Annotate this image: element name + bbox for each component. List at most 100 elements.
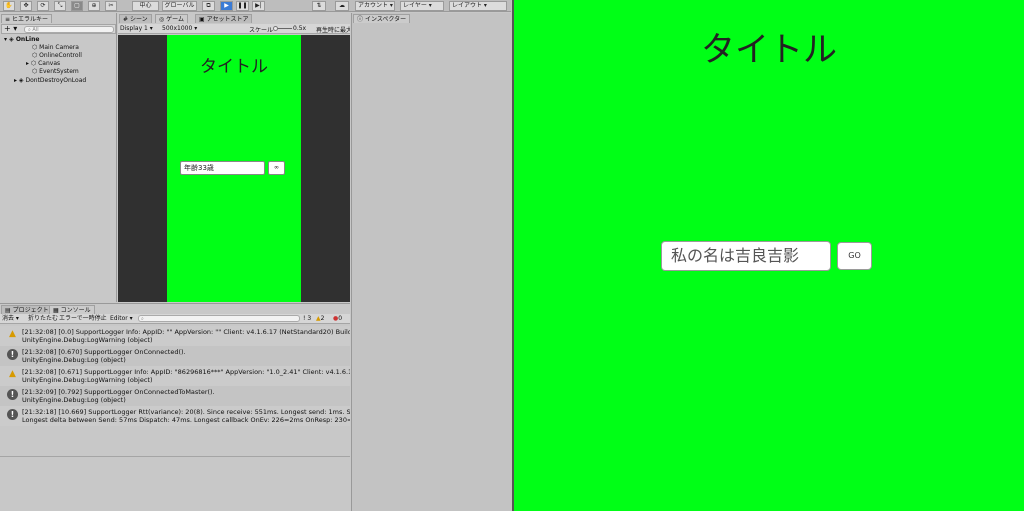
tab-console[interactable]: ▦ コンソール xyxy=(49,305,95,314)
scene-tab-label: シーン xyxy=(129,16,148,23)
gameobject-icon: ⬡ xyxy=(32,52,38,59)
scale-slider-handle[interactable] xyxy=(273,26,278,31)
log-line: UnityEngine.Debug:Log (object) xyxy=(22,356,126,364)
scene-row[interactable]: ▾ ◈ OnLine xyxy=(0,36,121,44)
cloud-icon[interactable]: ☁ xyxy=(335,1,349,11)
error-count-toggle[interactable]: ●0 xyxy=(333,314,342,323)
add-icon[interactable]: + ▾ xyxy=(4,25,17,33)
display-label: Display 1 xyxy=(120,25,148,32)
console-detail-divider[interactable] xyxy=(0,456,350,457)
step-button[interactable]: ▶| xyxy=(252,1,265,11)
folder-icon: ▤ xyxy=(5,307,11,314)
log-text: [21:32:08] [0.0] SupportLogger Info: App… xyxy=(22,328,350,344)
search-placeholder: All xyxy=(32,27,39,33)
layers-dropdown[interactable]: レイヤー ▾ xyxy=(400,1,444,11)
account-label: アカウント xyxy=(358,2,389,9)
log-entry[interactable]: ▲ [21:32:08] [0.671] SupportLogger Info:… xyxy=(0,366,350,386)
account-dropdown[interactable]: アカウント ▾ xyxy=(355,1,395,11)
pause-button[interactable]: ❚❚ xyxy=(236,1,249,11)
global-toggle[interactable]: グローバル xyxy=(162,1,197,11)
warning-icon: ▲ xyxy=(9,329,16,339)
log-entry[interactable]: ! [21:32:18] [10.669] SupportLogger Rtt(… xyxy=(0,406,350,426)
list-icon: ≡ xyxy=(5,16,11,23)
layout-label: レイアウト xyxy=(452,2,483,9)
game-view-panel: # シーン ◎ ゲーム ▣ アセットストア Display 1 ▾ 500x10… xyxy=(118,13,350,302)
tab-inspector[interactable]: ⓘ インスペクター xyxy=(353,14,411,23)
resolution-dropdown[interactable]: 500x1000 ▾ xyxy=(162,25,197,32)
name-input[interactable]: 私の名は吉良吉影 xyxy=(661,241,831,271)
gameobject-icon: ⬡ xyxy=(32,68,38,75)
unity-editor: ✋ ✥ ⟳ ⤡ ▢ ⊕ ✂ 中心 グローバル ⧉ ▶ ❚❚ ▶| ⇅ ☁ アカウ… xyxy=(0,0,511,511)
clear-button[interactable]: 消去 ▾ xyxy=(2,314,19,323)
collapse-toggle[interactable]: 折りたたむ xyxy=(28,314,58,323)
info-small-icon: ! xyxy=(303,315,306,322)
play-button[interactable]: ▶ xyxy=(220,1,233,11)
dontdestroy-row[interactable]: ▸ ◈ DontDestroyOnLoad xyxy=(0,77,131,85)
tree-item-label: Main Camera xyxy=(39,44,79,51)
mini-game-button[interactable]: ∞ xyxy=(268,161,285,175)
info-icon: ! xyxy=(7,409,18,420)
hierarchy-search-input[interactable]: ⌕ All xyxy=(24,26,114,33)
log-line: UnityEngine.Debug:LogWarning (object) xyxy=(22,336,153,344)
scale-tool-icon[interactable]: ⤡ xyxy=(54,1,66,11)
scene-name: OnLine xyxy=(15,36,40,43)
mini-game-title: タイトル xyxy=(200,57,268,77)
collab-icon[interactable]: ⇅ xyxy=(312,1,326,11)
warn-count-toggle[interactable]: ▲2 xyxy=(316,314,324,323)
info-icon: ! xyxy=(7,389,18,400)
move-tool-icon[interactable]: ✥ xyxy=(20,1,32,11)
tab-asset-store[interactable]: ▣ アセットストア xyxy=(195,14,253,23)
pivot-toggle[interactable]: 中心 xyxy=(132,1,159,11)
hierarchy-toolbar: + ▾ ⌕ All xyxy=(1,24,116,34)
log-entry[interactable]: ! [21:32:09] [0.792] SupportLogger OnCon… xyxy=(0,386,350,406)
store-icon: ▣ xyxy=(199,16,205,23)
rotate-tool-icon[interactable]: ⟳ xyxy=(37,1,49,11)
tab-game[interactable]: ◎ ゲーム xyxy=(155,14,188,23)
gameobject-icon: ⬡ xyxy=(30,60,37,67)
log-entry[interactable]: ▲ [21:32:08] [0.0] SupportLogger Info: A… xyxy=(0,326,350,346)
go-button[interactable]: GO xyxy=(837,242,872,270)
mini-game-input[interactable]: 年齢33歳 xyxy=(180,161,265,175)
editor-dropdown[interactable]: Editor ▾ xyxy=(110,314,133,323)
scale-value: 0.5x xyxy=(293,25,307,32)
info-count: 3 xyxy=(307,315,312,322)
console-search-input[interactable]: ⌕ xyxy=(138,315,300,322)
rect-tool-icon[interactable]: ▢ xyxy=(71,1,83,11)
game-tab-label: ゲーム xyxy=(166,16,184,23)
info-count-toggle[interactable]: ! 3 xyxy=(303,314,311,323)
game-title: タイトル xyxy=(701,30,837,70)
tree-item-label: OnlineControll xyxy=(39,52,82,59)
maximize-on-play-toggle[interactable]: 再生時に最大 xyxy=(316,25,350,34)
transform-tool-icon[interactable]: ⊕ xyxy=(88,1,100,11)
info-icon: ⓘ xyxy=(357,16,364,23)
snap-icon[interactable]: ⧉ xyxy=(202,1,215,11)
log-line: [21:32:09] [0.792] SupportLogger OnConne… xyxy=(22,388,215,396)
hand-tool-icon[interactable]: ✋ xyxy=(3,1,15,11)
tree-item-label: Canvas xyxy=(38,60,61,67)
log-entry[interactable]: ! [21:32:08] [0.670] SupportLogger OnCon… xyxy=(0,346,350,366)
log-line: [21:32:18] [10.669] SupportLogger Rtt(va… xyxy=(22,408,350,416)
grid-icon: # xyxy=(123,16,129,23)
tab-hierarchy[interactable]: ≡ ヒエラルキー xyxy=(1,14,52,23)
game-toolbar: Display 1 ▾ 500x1000 ▾ スケール 0.5x 再生時に最大 xyxy=(118,24,350,34)
layout-dropdown[interactable]: レイアウト ▾ xyxy=(449,1,507,11)
game-viewport: タイトル 年齢33歳 ∞ xyxy=(118,35,350,302)
dontdestroy-label: DontDestroyOnLoad xyxy=(25,77,87,84)
inspector-panel: ⓘ インスペクター xyxy=(351,13,511,511)
tab-scene[interactable]: # シーン xyxy=(119,14,152,23)
asset-store-tab-label: アセットストア xyxy=(206,16,249,23)
error-pause-toggle[interactable]: エラーで一時停止 xyxy=(59,314,107,323)
console-toolbar: 消去 ▾ 折りたたむ エラーで一時停止 Editor ▾ ⌕ ! 3 ▲2 ●0 xyxy=(0,314,350,324)
log-line: [21:32:08] [0.0] SupportLogger Info: App… xyxy=(22,328,350,336)
display-dropdown[interactable]: Display 1 ▾ xyxy=(120,25,153,32)
log-text: [21:32:18] [10.669] SupportLogger Rtt(va… xyxy=(22,408,350,424)
gameobject-icon: ⬡ xyxy=(32,44,38,51)
log-text: [21:32:09] [0.792] SupportLogger OnConne… xyxy=(22,388,215,404)
tab-project[interactable]: ▤ プロジェクト xyxy=(1,305,53,314)
game-window: タイトル 私の名は吉良吉影 GO xyxy=(512,0,1024,511)
log-text: [21:32:08] [0.670] SupportLogger OnConne… xyxy=(22,348,186,364)
log-line: UnityEngine.Debug:LogWarning (object) xyxy=(22,376,153,384)
info-icon: ! xyxy=(7,349,18,360)
custom-tool-icon[interactable]: ✂ xyxy=(105,1,117,11)
tree-item-label: EventSystem xyxy=(39,68,79,75)
